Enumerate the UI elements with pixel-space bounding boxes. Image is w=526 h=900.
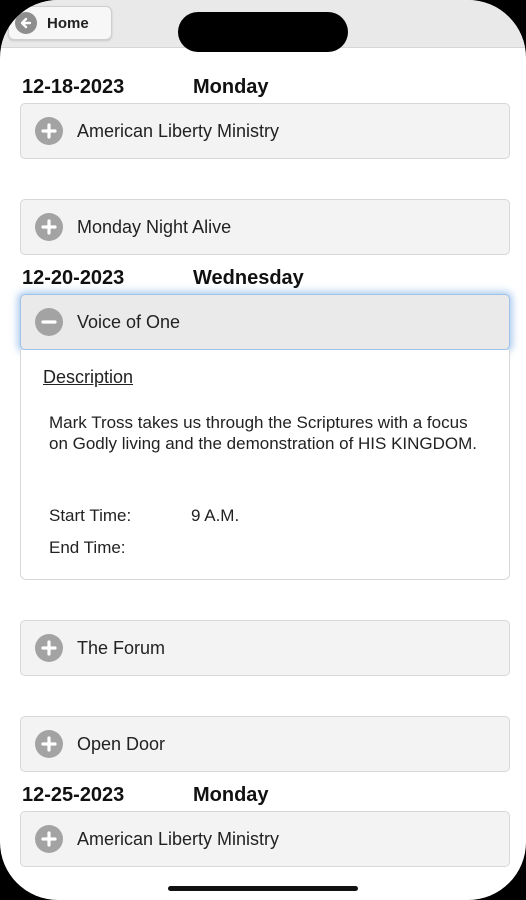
program-item[interactable]: The Forum [20,620,510,676]
app-screen: Home 12-18-2023 Monday American Liberty … [0,0,526,900]
start-time-row: Start Time: 9 A.M. [49,506,239,526]
home-button-label: Home [47,14,89,32]
plus-circle-icon [35,825,63,853]
program-title: Monday Night Alive [77,216,232,237]
minus-circle-icon [35,308,63,336]
program-title: American Liberty Ministry [77,120,280,141]
plus-circle-icon [35,117,63,145]
start-time-value: 9 A.M. [191,506,240,525]
plus-circle-icon [35,634,63,662]
description-heading: Description [43,367,134,387]
program-title: American Liberty Ministry [77,828,280,849]
program-title: Open Door [77,733,166,754]
end-time-label: End Time: [49,538,126,557]
plus-circle-icon [35,730,63,758]
date-header: 12-20-2023 Wednesday [22,267,304,291]
home-indicator[interactable] [168,886,358,891]
program-item[interactable]: American Liberty Ministry [20,811,510,867]
end-time-row: End Time: [49,538,126,558]
day-text: Monday [193,784,269,806]
home-button[interactable]: Home [8,6,112,40]
program-item[interactable]: Open Door [20,716,510,772]
start-time-label: Start Time: [49,506,132,525]
program-title: The Forum [77,637,166,658]
date-header: 12-25-2023 Monday [22,784,269,808]
program-details: Description Mark Tross takes us through … [20,350,510,580]
dynamic-island [178,12,348,52]
plus-circle-icon [35,213,63,241]
program-item-expanded[interactable]: Voice of One [20,294,510,350]
date-text: 12-18-2023 [22,76,125,98]
date-text: 12-20-2023 [22,267,125,289]
day-text: Monday [193,76,269,98]
date-text: 12-25-2023 [22,784,125,806]
program-title: Voice of One [77,311,181,332]
arrow-left-icon [15,12,37,34]
description-text: Mark Tross takes us through the Scriptur… [49,413,478,453]
date-header: 12-18-2023 Monday [22,76,269,100]
program-item[interactable]: American Liberty Ministry [20,103,510,159]
program-item[interactable]: Monday Night Alive [20,199,510,255]
day-text: Wednesday [193,267,304,289]
